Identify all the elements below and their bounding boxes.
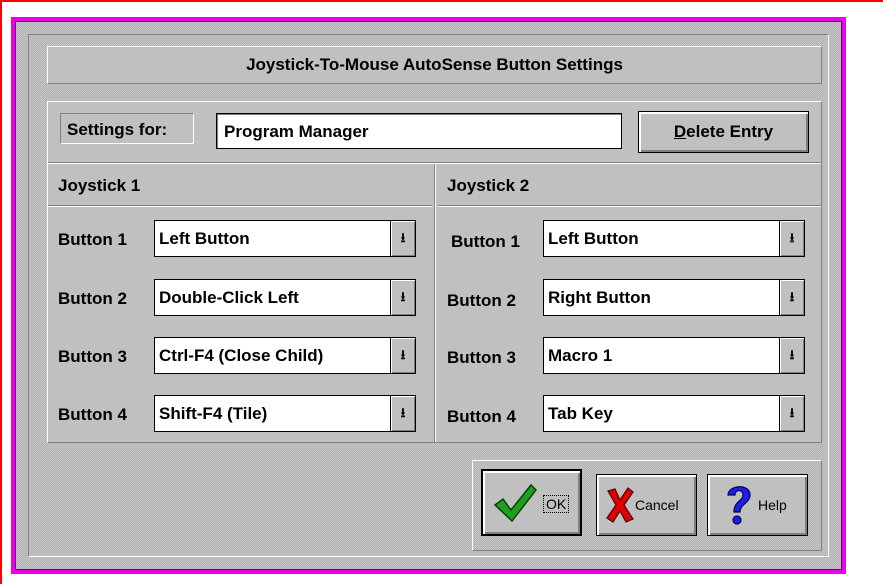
joystick1-header: Joystick 1 xyxy=(58,176,141,195)
delete-entry-button[interactable]: Delete Entry xyxy=(638,111,809,153)
help-label: Help xyxy=(758,497,787,513)
combo-value: Right Button xyxy=(548,288,651,307)
joystick1-button3-label: Button 3 xyxy=(58,347,127,366)
settings-for-label: Settings for: xyxy=(60,113,194,144)
dropdown-arrow-icon[interactable]: ⭳ xyxy=(390,280,415,315)
dropdown-arrow-icon[interactable]: ⭳ xyxy=(390,396,415,431)
joystick2-button1-label: Button 1 xyxy=(451,232,520,251)
window-top-edge xyxy=(0,0,883,2)
button-settings-dialog: Joystick-To-Mouse AutoSense Button Setti… xyxy=(11,17,846,574)
joystick2-button2-label: Button 2 xyxy=(447,291,516,310)
divider xyxy=(48,205,432,207)
joystick2-button4-label: Button 4 xyxy=(447,407,516,426)
joystick2-button1-select[interactable]: Left Button ⭳ xyxy=(543,220,805,257)
joystick2-button3-label: Button 3 xyxy=(447,348,516,367)
question-mark-icon xyxy=(727,486,751,525)
dropdown-arrow-icon[interactable]: ⭳ xyxy=(390,221,415,256)
combo-value: Left Button xyxy=(548,229,639,248)
joystick2-button4-select[interactable]: Tab Key ⭳ xyxy=(543,395,805,432)
combo-value: Double-Click Left xyxy=(159,288,299,307)
dropdown-arrow-icon[interactable]: ⭳ xyxy=(390,338,415,373)
delete-entry-mnemonic: D xyxy=(673,122,687,141)
joystick1-button4-select[interactable]: Shift-F4 (Tile) ⭳ xyxy=(154,395,416,432)
ok-label: OK xyxy=(543,495,570,513)
window-left-edge xyxy=(0,0,2,584)
dialog-title: Joystick-To-Mouse AutoSense Button Setti… xyxy=(47,46,822,84)
joystick1-button3-select[interactable]: Ctrl-F4 (Close Child) ⭳ xyxy=(154,337,416,374)
dropdown-arrow-icon[interactable]: ⭳ xyxy=(779,396,804,431)
combo-value: Tab Key xyxy=(548,404,613,423)
joystick1-button2-label: Button 2 xyxy=(58,289,127,308)
joystick2-button2-select[interactable]: Right Button ⭳ xyxy=(543,279,805,316)
dropdown-arrow-icon[interactable]: ⭳ xyxy=(779,221,804,256)
joystick2-button3-select[interactable]: Macro 1 ⭳ xyxy=(543,337,805,374)
column-divider xyxy=(434,164,436,442)
divider xyxy=(438,205,821,207)
dropdown-arrow-icon[interactable]: ⭳ xyxy=(779,338,804,373)
help-button[interactable]: Help xyxy=(707,474,808,536)
checkmark-icon xyxy=(493,483,537,523)
delete-entry-label: elete Entry xyxy=(686,122,774,141)
x-icon xyxy=(606,487,634,523)
settings-for-field[interactable]: Program Manager xyxy=(216,113,622,149)
combo-value: Macro 1 xyxy=(548,346,613,365)
dropdown-arrow-icon[interactable]: ⭳ xyxy=(779,280,804,315)
joystick2-header: Joystick 2 xyxy=(447,176,530,195)
joystick1-button4-label: Button 4 xyxy=(58,405,127,424)
cancel-label: Cancel xyxy=(635,497,679,513)
combo-value: Left Button xyxy=(159,229,250,248)
cancel-button[interactable]: Cancel xyxy=(596,474,697,536)
joystick1-button2-select[interactable]: Double-Click Left ⭳ xyxy=(154,279,416,316)
joystick1-button1-label: Button 1 xyxy=(58,230,127,249)
joystick1-button1-select[interactable]: Left Button ⭳ xyxy=(154,220,416,257)
ok-button[interactable]: OK xyxy=(481,469,582,536)
combo-value: Ctrl-F4 (Close Child) xyxy=(159,346,324,365)
settings-panel: Settings for: Program Manager Delete Ent… xyxy=(47,101,822,443)
combo-value: Shift-F4 (Tile) xyxy=(159,404,268,423)
